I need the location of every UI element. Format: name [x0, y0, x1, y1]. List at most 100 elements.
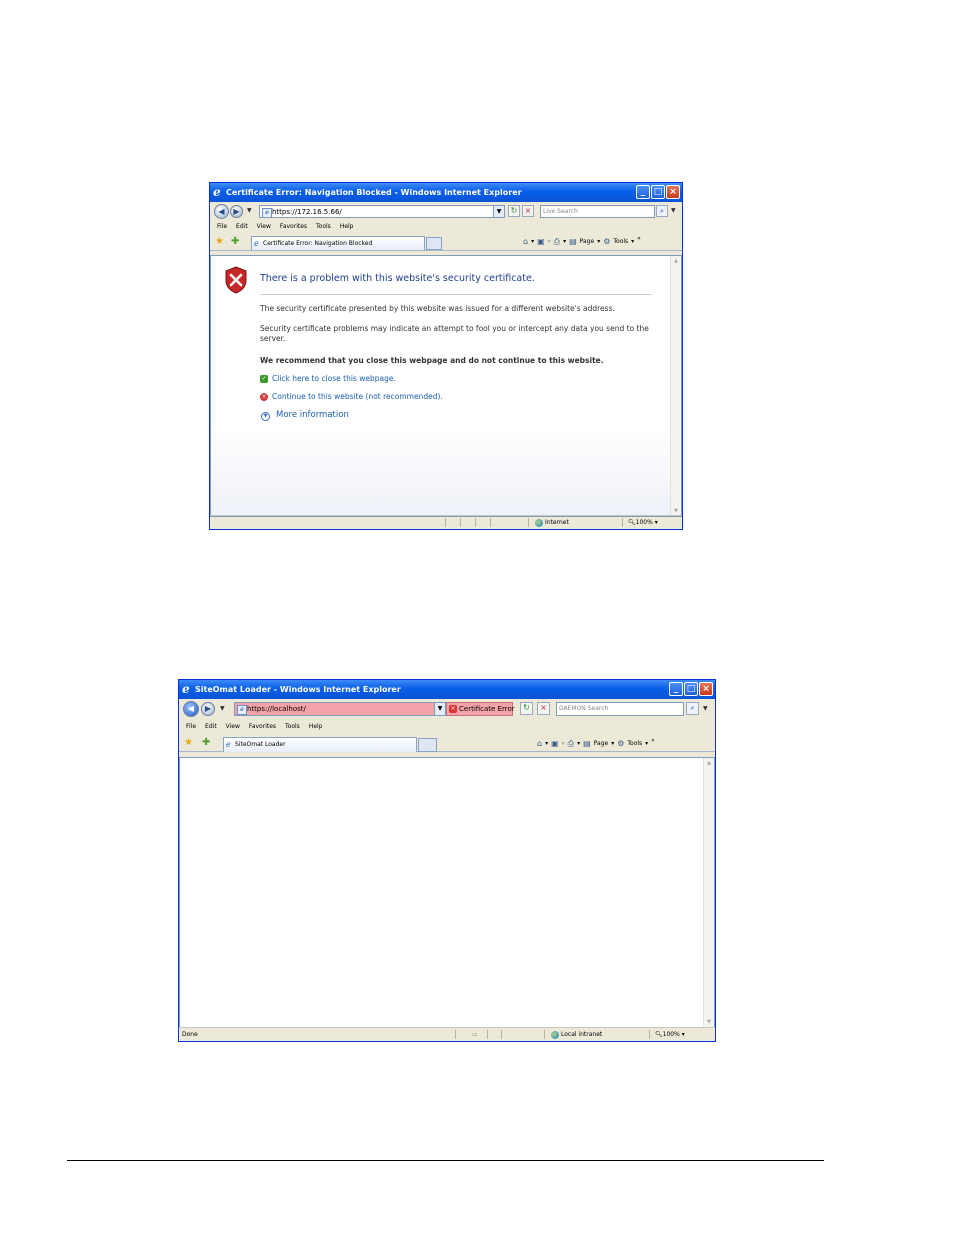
status-separator	[455, 1030, 456, 1039]
zoom-level[interactable]: 🔍︎100% ▾	[655, 1028, 685, 1041]
zone-label: Local intranet	[561, 1031, 603, 1038]
stop-button[interactable]: ×	[522, 205, 534, 217]
menu-help[interactable]: Help	[309, 720, 323, 733]
close-button[interactable]: ×	[699, 682, 713, 696]
certificate-error-button[interactable]: × Certificate Error	[446, 702, 515, 716]
maximize-button[interactable]: □	[651, 185, 665, 199]
search-placeholder: DAEMON Search	[559, 705, 609, 712]
menu-view[interactable]: View	[226, 720, 240, 733]
vertical-scrollbar[interactable]: ▲ ▼	[703, 758, 714, 1027]
search-button[interactable]: ⌕	[686, 702, 699, 715]
favorites-bar: ★ ✚ e Certificate Error: Navigation Bloc…	[210, 234, 682, 251]
search-options-icon[interactable]: ▼	[703, 705, 708, 712]
new-tab-button[interactable]	[418, 738, 437, 752]
home-icon[interactable]: ⌂	[537, 738, 542, 750]
menu-tools[interactable]: Tools	[285, 720, 300, 733]
close-webpage-link[interactable]: Click here to close this webpage.	[272, 374, 396, 383]
search-options-icon[interactable]: ▼	[671, 207, 676, 214]
divider	[260, 294, 652, 295]
search-button[interactable]: ⌕	[656, 205, 668, 217]
menu-file[interactable]: File	[186, 720, 196, 733]
status-bar: Done ▭ Local intranet 🔍︎100% ▾	[179, 1027, 715, 1041]
minimize-button[interactable]: _	[669, 682, 683, 696]
address-bar[interactable]: e https://172.16.5.66/ ▼	[259, 205, 505, 218]
tab-siteomat-loader[interactable]: e SiteOmat Loader	[223, 737, 417, 752]
scroll-up-icon[interactable]: ▲	[671, 256, 681, 266]
add-favorite-icon[interactable]: ✚	[202, 737, 210, 749]
close-button[interactable]: ×	[666, 185, 680, 199]
page-menu[interactable]: Page	[594, 738, 609, 750]
zoom-magnifier-icon: 🔍︎	[655, 1031, 663, 1038]
print-icon[interactable]: ⎙	[568, 738, 574, 750]
tools-menu[interactable]: Tools	[627, 738, 642, 750]
status-separator	[528, 518, 529, 527]
page-dropdown-icon[interactable]: ▾	[611, 738, 614, 750]
home-dropdown-icon[interactable]: ▾	[545, 738, 548, 750]
feeds-icon[interactable]: ▣	[537, 236, 545, 248]
favorites-star-icon[interactable]: ★	[184, 737, 193, 749]
zoom-level[interactable]: 🔍︎100% ▾	[628, 516, 658, 529]
forward-button[interactable]: ▶	[230, 205, 243, 218]
page-menu-icon: ▤	[569, 237, 577, 246]
menu-favorites[interactable]: Favorites	[280, 220, 307, 233]
menu-edit[interactable]: Edit	[205, 720, 217, 733]
search-input[interactable]: Live Search	[540, 205, 655, 218]
more-information-link[interactable]: More information	[276, 410, 349, 420]
menu-tools[interactable]: Tools	[316, 220, 331, 233]
menu-help[interactable]: Help	[340, 220, 354, 233]
intranet-globe-icon	[551, 1030, 559, 1039]
chevron-more-icon[interactable]: »	[637, 233, 641, 245]
minimize-button[interactable]: _	[636, 185, 650, 199]
forward-button[interactable]: ▶	[201, 702, 215, 716]
page-menu-icon: ▤	[583, 739, 591, 748]
favorites-star-icon[interactable]: ★	[215, 236, 224, 248]
stop-button[interactable]: ×	[537, 702, 550, 715]
home-dropdown-icon[interactable]: ▾	[531, 236, 534, 248]
status-separator	[649, 1030, 650, 1039]
tools-dropdown-icon[interactable]: ▾	[645, 738, 648, 750]
back-button[interactable]: ◀	[214, 204, 229, 219]
recent-pages-dropdown-icon[interactable]: ▼	[247, 207, 252, 214]
address-dropdown-icon[interactable]: ▼	[434, 703, 445, 715]
menu-favorites[interactable]: Favorites	[249, 720, 276, 733]
refresh-button[interactable]: ↻	[508, 205, 520, 217]
title-bar[interactable]: e Certificate Error: Navigation Blocked …	[210, 183, 682, 202]
new-tab-button[interactable]	[426, 237, 442, 250]
refresh-button[interactable]: ↻	[520, 702, 533, 715]
scroll-up-icon[interactable]: ▲	[704, 758, 714, 768]
recent-pages-dropdown-icon[interactable]: ▼	[220, 705, 225, 712]
feeds-icon[interactable]: ▣	[551, 738, 559, 750]
status-separator	[501, 1030, 502, 1039]
address-bar[interactable]: e https://localhost/ ▼	[234, 702, 446, 716]
zoom-value: 100%	[662, 1031, 680, 1038]
print-dropdown-icon[interactable]: ▾	[577, 738, 580, 750]
tab-certificate-error[interactable]: e Certificate Error: Navigation Blocked	[251, 236, 425, 250]
page-dropdown-icon[interactable]: ▾	[597, 236, 600, 248]
tools-menu[interactable]: Tools	[613, 236, 628, 248]
add-favorite-icon[interactable]: ✚	[231, 236, 239, 248]
menu-view[interactable]: View	[257, 220, 271, 233]
menu-file[interactable]: File	[217, 220, 227, 233]
back-button[interactable]: ◀	[183, 701, 199, 717]
favorites-bar: ★ ✚ e SiteOmat Loader ⌂ ▾ ▣ ▾ ⎙ ▾ ▤ Page ▾ ⚙ T…	[179, 735, 715, 752]
title-bar[interactable]: e SiteOmat Loader - Windows Internet Exp…	[179, 680, 715, 699]
continue-website-link[interactable]: Continue to this website (not recommende…	[272, 392, 443, 401]
maximize-button[interactable]: □	[684, 682, 698, 696]
home-icon[interactable]: ⌂	[523, 236, 528, 248]
menu-bar: File Edit View Favorites Tools Help	[179, 720, 715, 733]
print-dropdown-icon[interactable]: ▾	[563, 236, 566, 248]
chevron-more-icon[interactable]: »	[651, 735, 655, 747]
menu-edit[interactable]: Edit	[236, 220, 248, 233]
vertical-scrollbar[interactable]: ▲ ▼	[670, 256, 681, 516]
status-bar: Internet 🔍︎100% ▾	[210, 515, 682, 529]
scroll-down-icon[interactable]: ▼	[704, 1017, 714, 1027]
red-shield-icon: ×	[260, 393, 268, 401]
page-menu[interactable]: Page	[580, 236, 595, 248]
search-input[interactable]: DAEMON Search	[556, 702, 684, 716]
expand-chevron-icon[interactable]: ▼	[261, 412, 270, 421]
tools-dropdown-icon[interactable]: ▾	[631, 236, 634, 248]
tools-gear-icon: ⚙	[617, 739, 625, 748]
command-bar: ⌂ ▾ ▣ ▾ ⎙ ▾ ▤ Page ▾ ⚙ Tools ▾ »	[523, 233, 641, 248]
address-dropdown-icon[interactable]: ▼	[493, 206, 504, 217]
print-icon[interactable]: ⎙	[554, 236, 560, 248]
